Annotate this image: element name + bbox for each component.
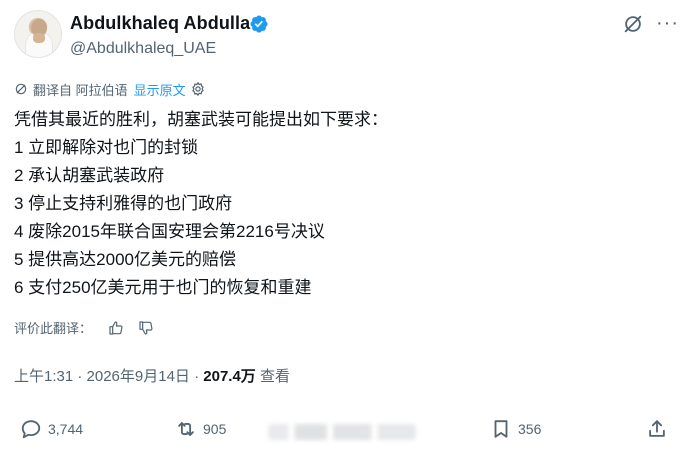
post-line: 3 停止支持利雅得的也门政府 — [14, 194, 233, 213]
thumbs-down-icon[interactable] — [138, 320, 154, 336]
timestamp[interactable]: 上午1:31 · 2026年9月14日 · — [14, 368, 203, 385]
repost-count: 905 — [203, 421, 227, 437]
rate-translation: 评价此翻译： — [14, 318, 154, 337]
thumbs-up-icon[interactable] — [108, 320, 124, 336]
share-button[interactable] — [646, 418, 674, 440]
reply-count: 3,744 — [48, 421, 84, 437]
repost-button[interactable]: 905 — [175, 418, 226, 440]
translation-label: 翻译自 阿拉伯语 — [33, 82, 128, 98]
repost-icon — [178, 422, 194, 436]
rate-translation-label: 评价此翻译： — [14, 321, 93, 336]
grok-icon[interactable] — [622, 13, 644, 35]
post-line: 5 提供高达2000亿美元的赔偿 — [14, 250, 236, 269]
post-text: 凭借其最近的胜利，胡塞武装可能提出如下要求： 1 立即解除对也门的封锁 2 承认… — [14, 106, 388, 302]
show-original-link[interactable]: 显示原文 — [134, 80, 186, 99]
bookmark-button[interactable]: 356 — [490, 418, 541, 440]
share-icon — [649, 420, 665, 437]
obscured-like-area — [268, 424, 416, 440]
post-metadata: 上午1:31 · 2026年9月14日 · 207.4万 查看 — [14, 365, 290, 386]
post-line: 2 承认胡塞武装政府 — [14, 166, 165, 185]
views-count: 207.4万 — [203, 368, 256, 385]
reply-icon — [21, 420, 41, 439]
post-line: 6 支付250亿美元用于也门的恢复和重建 — [14, 278, 312, 297]
more-icon[interactable]: ··· — [656, 13, 679, 33]
settings-gear-icon[interactable] — [190, 81, 206, 97]
avatar[interactable] — [14, 10, 62, 58]
author-handle[interactable]: @Abdulkhaleq_UAE — [70, 40, 216, 58]
translate-icon — [15, 83, 27, 95]
verified-badge-icon — [250, 15, 268, 33]
post-line: 4 废除2015年联合国安理会第2216号决议 — [14, 222, 325, 241]
reply-button[interactable]: 3,744 — [20, 418, 83, 440]
post-line: 凭借其最近的胜利，胡塞武装可能提出如下要求： — [14, 110, 388, 129]
bookmark-icon — [494, 420, 508, 438]
action-bar: 3,744 905 356 — [0, 418, 690, 448]
bookmark-count: 356 — [518, 421, 542, 437]
post-line: 1 立即解除对也门的封锁 — [14, 138, 199, 157]
author-name[interactable]: Abdulkhaleq Abdulla — [70, 13, 250, 34]
translation-bar: 翻译自 阿拉伯语 显示原文 — [14, 80, 206, 98]
views-label: 查看 — [255, 368, 290, 385]
